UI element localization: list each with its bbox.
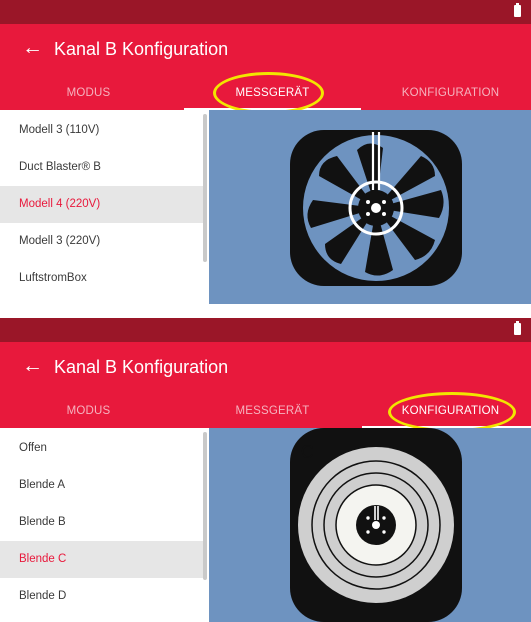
list-item-modell3-220v[interactable]: Modell 3 (220V) (0, 223, 203, 260)
tab-messgeraet[interactable]: MESSGERÄT (184, 76, 361, 110)
list-item-modell3-110v[interactable]: Modell 3 (110V) (0, 112, 203, 149)
list-scrollbar[interactable] (203, 432, 207, 580)
ring-c-icon (290, 428, 462, 622)
list-item-blende-a[interactable]: Blende A (0, 467, 203, 504)
list-scrollbar[interactable] (203, 114, 207, 262)
status-bar (0, 318, 531, 342)
tab-konfiguration[interactable]: KONFIGURATION (362, 394, 531, 428)
list-item-duct-blaster-b[interactable]: Duct Blaster® B (0, 149, 203, 186)
device-list: Modell 3 (110V) Duct Blaster® B Modell 4… (0, 110, 209, 300)
app-bar: ← Kanal B Konfiguration (0, 24, 531, 76)
page-title: Kanal B Konfiguration (54, 39, 229, 59)
list-item-blende-b[interactable]: Blende B (0, 504, 203, 541)
fan-icon (290, 130, 462, 286)
list-item-modell4-220v[interactable]: Modell 4 (220V) (0, 186, 203, 223)
list-item-blende-d[interactable]: Blende D (0, 578, 203, 615)
status-bar (0, 0, 531, 24)
tab-modus[interactable]: MODUS (0, 394, 177, 428)
back-arrow-icon[interactable]: ← (22, 36, 43, 60)
battery-icon (514, 321, 521, 335)
panel-konfiguration: ← Kanal B Konfiguration MODUS MESSGERÄT … (0, 318, 531, 622)
blende-list: Offen Blende A Blende B Blende C Blende … (0, 428, 209, 618)
battery-icon (514, 3, 521, 17)
tab-bar: MODUS MESSGERÄT KONFIGURATION (0, 76, 531, 110)
panel-messgeraet: ← Kanal B Konfiguration MODUS MESSGERÄT … (0, 0, 531, 304)
tab-modus[interactable]: MODUS (0, 76, 177, 110)
blende-letter-label: C (301, 442, 314, 462)
list-item-blende-c[interactable]: Blende C (0, 541, 203, 578)
tab-messgeraet[interactable]: MESSGERÄT (184, 394, 361, 428)
list-item-offen[interactable]: Offen (0, 430, 203, 467)
blende-preview: C (209, 428, 531, 622)
page-title: Kanal B Konfiguration (54, 357, 229, 377)
list-item-luftstrombox[interactable]: LuftstromBox (0, 260, 203, 297)
back-arrow-icon[interactable]: ← (22, 354, 43, 378)
tab-konfiguration[interactable]: KONFIGURATION (362, 76, 531, 110)
tab-bar: MODUS MESSGERÄT KONFIGURATION (0, 394, 531, 428)
device-preview (209, 110, 531, 304)
app-bar: ← Kanal B Konfiguration (0, 342, 531, 394)
